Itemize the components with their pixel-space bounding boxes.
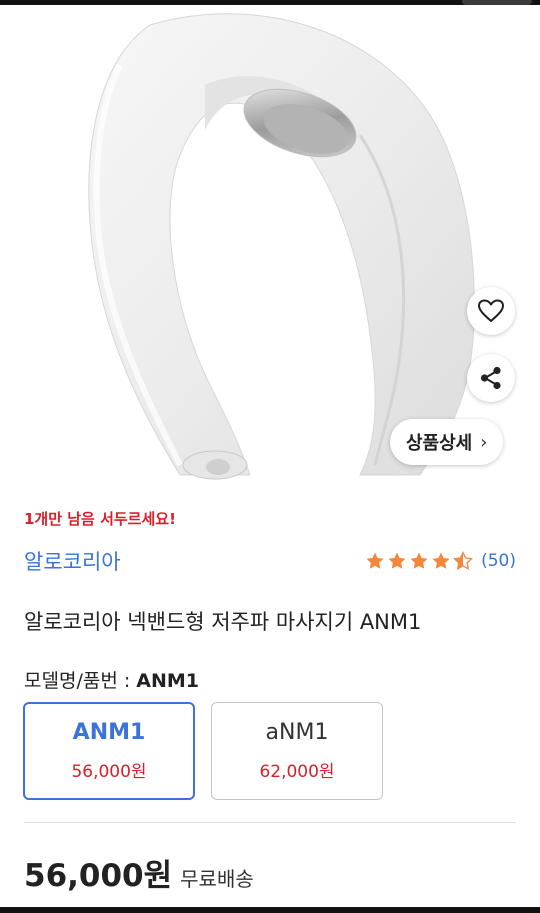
share-icon [480,366,501,390]
wishlist-button[interactable] [467,287,515,335]
share-button[interactable] [467,354,515,402]
stock-warning: 1개만 남음 서두르세요! [24,510,176,528]
product-image[interactable] [0,5,540,482]
nav-bar-edge [0,907,540,913]
product-detail-label: 상품상세 [406,433,473,454]
brand-row: 알로코리아 (50) [24,546,516,576]
option-label-prefix: 모델명/품번 : [24,670,131,692]
star-full-icon [388,552,406,569]
option-label-value: ANM1 [136,670,200,692]
price-row: 56,000원 무료배송 [24,850,254,895]
heart-icon [478,299,504,322]
option-price: 62,000원 [259,762,335,782]
divider [24,822,516,823]
product-detail-button[interactable]: 상품상세 › [390,419,504,465]
star-full-icon [410,552,428,569]
star-full-icon [432,552,450,569]
price-amount: 56,000원 [24,858,173,894]
neckband-illustration [88,13,475,480]
review-count[interactable]: (50) [481,551,516,571]
product-title: 알로코리아 넥밴드형 저주파 마사지기 ANM1 [24,610,422,634]
star-full-icon [366,552,384,569]
shipping-label: 무료배송 [180,867,254,891]
brand-link[interactable]: 알로코리아 [24,546,121,576]
option-name: ANM1 [72,720,146,745]
option-price: 56,000원 [71,762,147,782]
option-card-anm1[interactable]: ANM1 56,000원 [23,702,195,800]
chevron-right-icon: › [480,431,488,453]
option-name: aNM1 [265,720,329,745]
option-label: 모델명/품번 : ANM1 [24,666,199,693]
star-half-icon [453,551,474,571]
option-card-anm1-alt[interactable]: aNM1 62,000원 [211,702,383,800]
rating[interactable]: (50) [365,551,516,571]
